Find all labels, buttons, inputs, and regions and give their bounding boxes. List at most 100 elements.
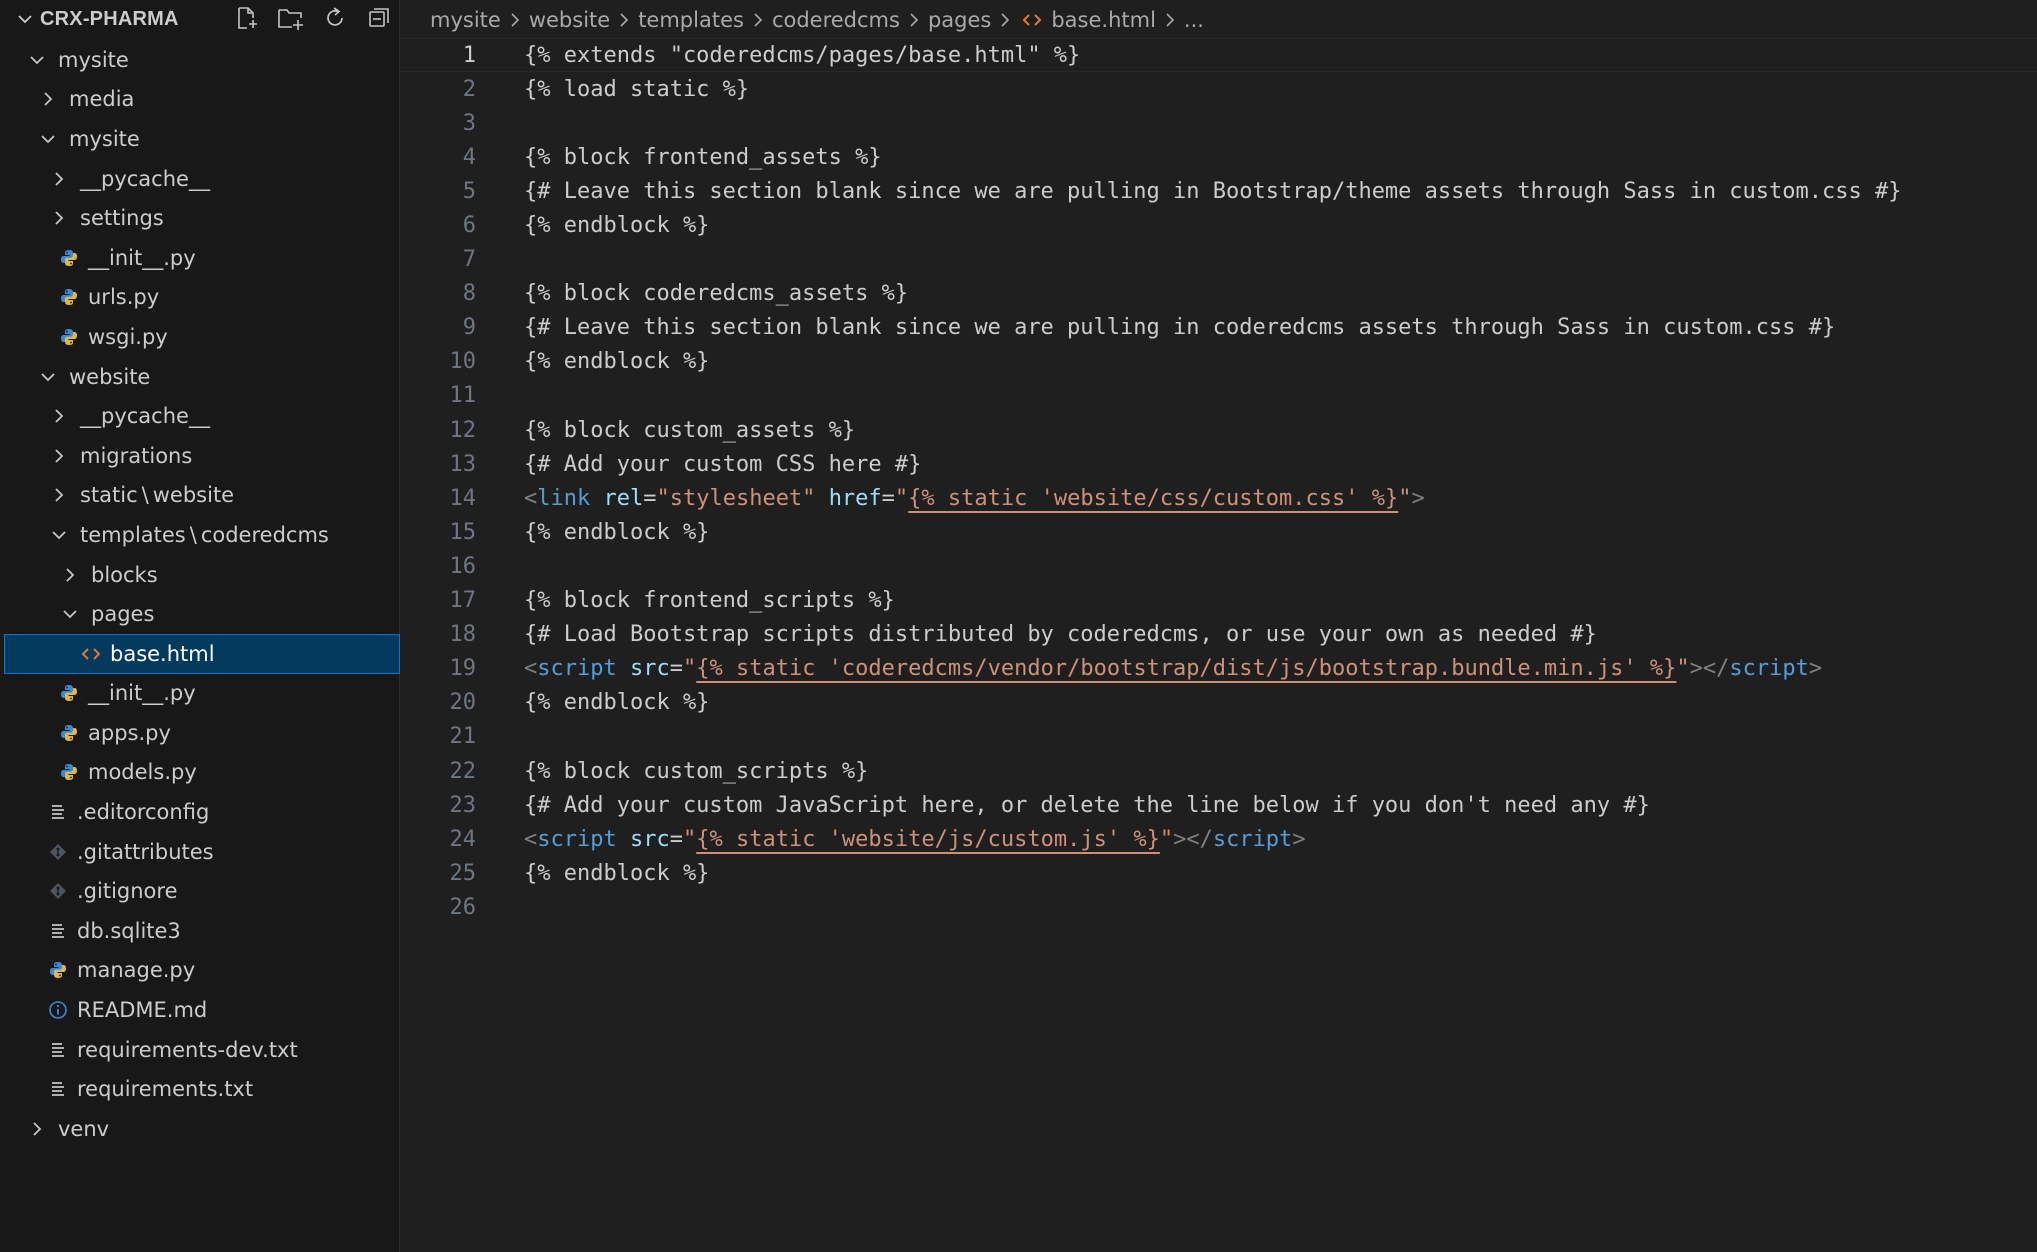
code-token-attr: src xyxy=(629,826,670,852)
chevron-down-icon[interactable] xyxy=(37,128,59,150)
code-editor[interactable]: 1 {% extends "coderedcms/pages/base.html"… xyxy=(400,38,2037,924)
new-file-icon[interactable] xyxy=(232,3,262,33)
breadcrumb-item-pages[interactable]: pages xyxy=(928,8,991,32)
tree-folder-pycache[interactable]: __pycache__ xyxy=(0,159,400,199)
code-token-plain: = xyxy=(881,485,895,511)
code-token-tpl: {% static 'website/css/custom.css' %} xyxy=(908,485,1399,511)
breadcrumb-item-more[interactable]: ... xyxy=(1184,8,1204,32)
tree-file-readme-md[interactable]: README.md xyxy=(0,990,400,1030)
code-line[interactable]: 16 xyxy=(400,549,2037,583)
chevron-right-icon[interactable] xyxy=(48,445,70,467)
chevron-right-icon[interactable] xyxy=(48,207,70,229)
tree-folder-venv[interactable]: venv xyxy=(0,1109,400,1149)
breadcrumb-item-coderedcms[interactable]: coderedcms xyxy=(772,8,900,32)
chevron-right-icon[interactable] xyxy=(26,1118,48,1140)
code-line[interactable]: 14 <link rel="stylesheet" href="{% static… xyxy=(400,481,2037,515)
code-line[interactable]: 19 <script src="{% static 'coderedcms/ven… xyxy=(400,652,2037,686)
tree-file-init-py[interactable]: __init__.py xyxy=(0,238,400,278)
code-line[interactable]: 23 {# Add your custom JavaScript here, or… xyxy=(400,788,2037,822)
code-token-tag: script xyxy=(537,826,617,852)
code-token-plain: {% extends "coderedcms/pages/base.html" … xyxy=(524,42,1081,68)
tree-file-requirements-dev-txt[interactable]: requirements-dev.txt xyxy=(0,1030,400,1070)
tree-folder-migrations[interactable]: migrations xyxy=(0,436,400,476)
chevron-right-icon[interactable] xyxy=(37,88,59,110)
code-line[interactable]: 3 xyxy=(400,106,2037,140)
line-content: {% block frontend_assets %} xyxy=(524,145,882,170)
tree-file-editorconfig[interactable]: .editorconfig xyxy=(0,792,400,832)
line-number: 15 xyxy=(449,519,477,545)
breadcrumb-item-templates[interactable]: templates xyxy=(638,8,744,32)
tree-folder-mysite[interactable]: mysite xyxy=(0,40,400,80)
code-line[interactable]: 26 xyxy=(400,890,2037,924)
tree-file-models-py[interactable]: models.py xyxy=(0,753,400,793)
tree-folder-pages[interactable]: pages xyxy=(0,594,400,634)
chevron-down-icon[interactable] xyxy=(37,366,59,388)
tree-folder-templates-coderedcms[interactable]: templates \ coderedcms xyxy=(0,515,400,555)
tree-file-apps-py[interactable]: apps.py xyxy=(0,713,400,753)
code-line[interactable]: 7 xyxy=(400,243,2037,277)
code-line[interactable]: 25 {% endblock %} xyxy=(400,856,2037,890)
explorer-header[interactable]: CRX-PHARMA xyxy=(0,0,399,38)
tree-file-requirements-txt[interactable]: requirements.txt xyxy=(0,1069,400,1109)
tree-folder-media[interactable]: media xyxy=(0,80,400,120)
code-line[interactable]: 20 {% endblock %} xyxy=(400,686,2037,720)
code-line[interactable]: 5 {# Leave this section blank since we ar… xyxy=(400,174,2037,208)
git-file-icon xyxy=(47,841,69,863)
chevron-right-icon[interactable] xyxy=(48,405,70,427)
tree-file-base-html[interactable]: base.html xyxy=(4,633,400,674)
chevron-right-icon xyxy=(614,10,634,30)
breadcrumb-item-base-html[interactable]: base.html xyxy=(1051,8,1156,32)
tree-item-label: static xyxy=(80,483,138,508)
tree-file-wsgi-py[interactable]: wsgi.py xyxy=(0,317,400,357)
breadcrumb-item-website[interactable]: website xyxy=(529,8,610,32)
tree-folder-website[interactable]: website xyxy=(0,357,400,397)
new-folder-icon[interactable] xyxy=(276,3,306,33)
tree-file-init-py[interactable]: __init__.py xyxy=(0,674,400,714)
code-line[interactable]: 21 xyxy=(400,720,2037,754)
chevron-down-icon[interactable] xyxy=(48,524,70,546)
chevron-right-icon xyxy=(748,10,768,30)
tree-folder-mysite[interactable]: mysite xyxy=(0,119,400,159)
code-line[interactable]: 24 <script src="{% static 'website/js/cus… xyxy=(400,822,2037,856)
tree-item-label: __init__.py xyxy=(88,245,196,270)
line-content: <script src="{% static 'coderedcms/vendo… xyxy=(524,656,1822,681)
tree-file-gitattributes[interactable]: .gitattributes xyxy=(0,832,400,872)
chevron-down-icon[interactable] xyxy=(26,49,48,71)
tree-file-urls-py[interactable]: urls.py xyxy=(0,278,400,318)
code-line[interactable]: 15 {% endblock %} xyxy=(400,515,2037,549)
tree-folder-settings[interactable]: settings xyxy=(0,198,400,238)
code-line[interactable]: 8 {% block coderedcms_assets %} xyxy=(400,277,2037,311)
tree-folder-static-website[interactable]: static \ website xyxy=(0,476,400,516)
code-line[interactable]: 2 {% load static %} xyxy=(400,72,2037,106)
line-content: {% load static %} xyxy=(524,77,749,102)
line-number: 22 xyxy=(449,758,477,784)
code-line[interactable]: 22 {% block custom_scripts %} xyxy=(400,754,2037,788)
code-line[interactable]: 13 {# Add your custom CSS here #} xyxy=(400,447,2037,481)
tree-folder-blocks[interactable]: blocks xyxy=(0,555,400,595)
code-line[interactable]: 10 {% endblock %} xyxy=(400,345,2037,379)
code-line[interactable]: 9 {# Leave this section blank since we ar… xyxy=(400,311,2037,345)
chevron-down-icon[interactable] xyxy=(59,603,81,625)
code-line[interactable]: 18 {# Load Bootstrap scripts distributed … xyxy=(400,618,2037,652)
code-line[interactable]: 1 {% extends "coderedcms/pages/base.html"… xyxy=(400,38,2037,73)
chevron-down-icon[interactable] xyxy=(14,8,36,30)
tree-file-db-sqlite3[interactable]: db.sqlite3 xyxy=(0,911,400,951)
chevron-right-icon[interactable] xyxy=(48,168,70,190)
tree-file-gitignore[interactable]: .gitignore xyxy=(0,871,400,911)
breadcrumb-item-mysite[interactable]: mysite xyxy=(430,8,501,32)
refresh-icon[interactable] xyxy=(320,3,350,33)
chevron-right-icon[interactable] xyxy=(59,564,81,586)
chevron-right-icon[interactable] xyxy=(48,484,70,506)
code-line[interactable]: 12 {% block custom_assets %} xyxy=(400,413,2037,447)
tree-folder-pycache[interactable]: __pycache__ xyxy=(0,396,400,436)
code-line[interactable]: 11 xyxy=(400,379,2037,413)
code-line[interactable]: 4 {% block frontend_assets %} xyxy=(400,140,2037,174)
code-line[interactable]: 6 {% endblock %} xyxy=(400,208,2037,242)
line-number: 9 xyxy=(462,315,476,341)
code-line[interactable]: 17 {% block frontend_scripts %} xyxy=(400,584,2037,618)
line-number: 8 xyxy=(462,281,476,307)
python-file-icon xyxy=(47,959,69,981)
collapse-all-icon[interactable] xyxy=(364,3,394,33)
tree-file-manage-py[interactable]: manage.py xyxy=(0,951,400,991)
line-content: {% endblock %} xyxy=(524,690,709,715)
